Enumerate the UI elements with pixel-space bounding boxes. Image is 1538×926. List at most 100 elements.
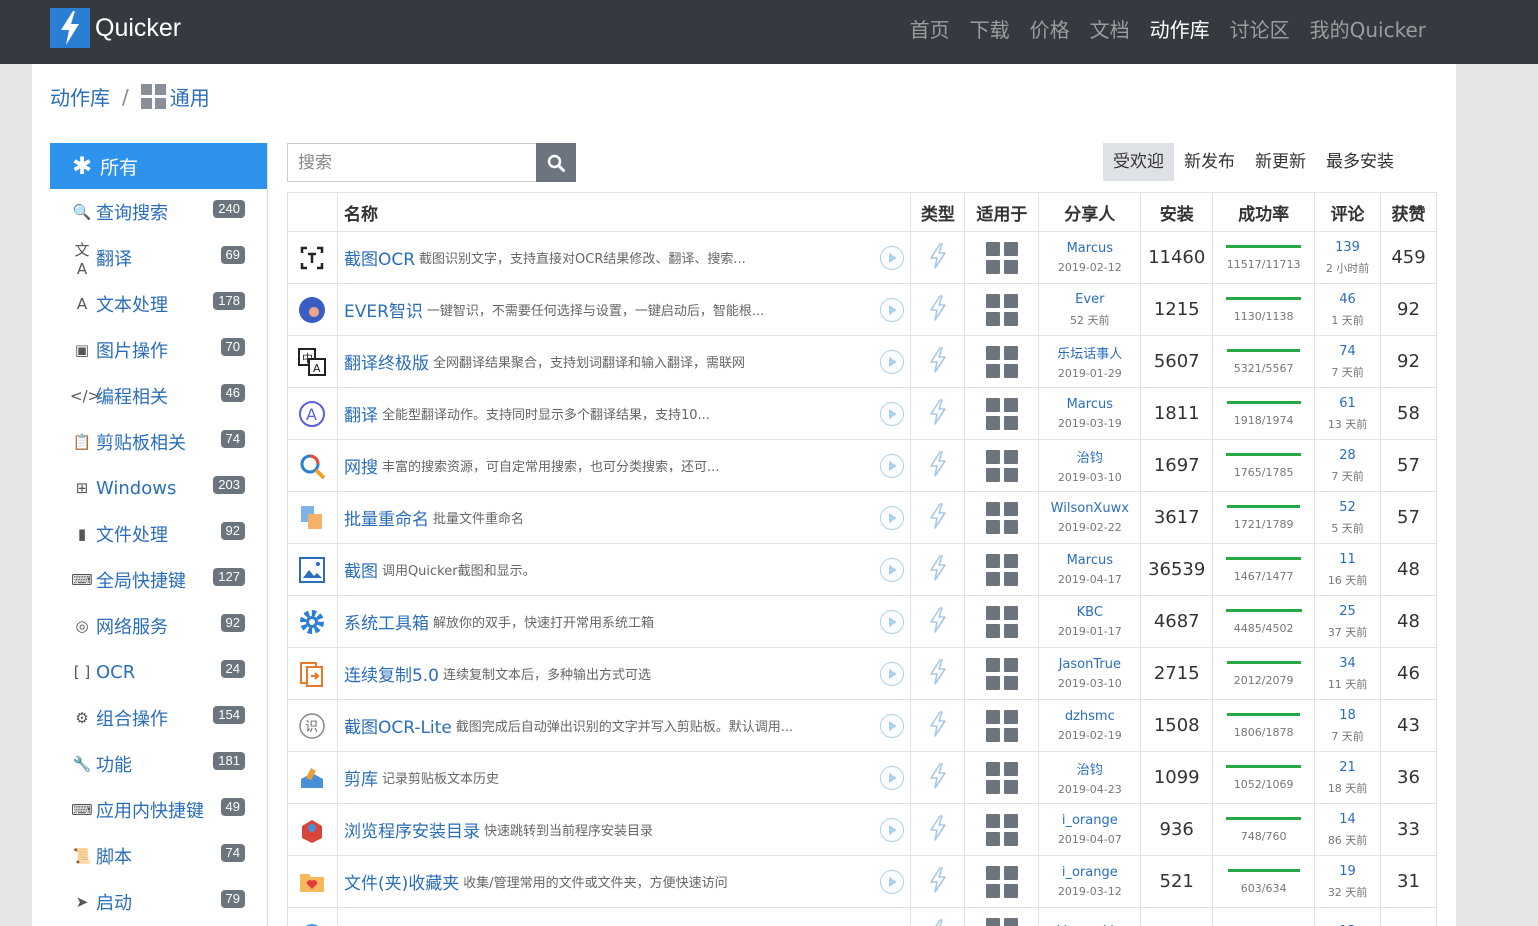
- sidebar-item[interactable]: </> 编程相关 46: [50, 373, 267, 419]
- sharer-link[interactable]: 乐坛话事人: [1057, 343, 1122, 362]
- action-name-link[interactable]: 批量重命名: [344, 505, 429, 530]
- table-row[interactable]: 批量重命名 批量文件重命名 WilsonXuwx 2019-02-22 3617 1721…: [288, 492, 1437, 544]
- sort-tab[interactable]: 受欢迎: [1103, 143, 1174, 181]
- sharer-link[interactable]: KBC: [1077, 605, 1103, 620]
- action-name-link[interactable]: 文件(夹)收藏夹: [344, 869, 459, 894]
- sharer-link[interactable]: Marcus: [1067, 241, 1113, 256]
- sort-tab[interactable]: 最多安装: [1316, 143, 1404, 181]
- sidebar-item[interactable]: 📜 脚本 74: [50, 833, 267, 879]
- breadcrumb-current[interactable]: 通用: [170, 82, 210, 111]
- sharer-link[interactable]: i_orange: [1062, 865, 1118, 880]
- comment-count-link[interactable]: 139: [1335, 240, 1360, 255]
- table-row[interactable]: VernonLin 13: [288, 908, 1437, 926]
- action-name-link[interactable]: 剪库: [344, 765, 378, 790]
- nav-item[interactable]: 我的Quicker: [1310, 14, 1426, 43]
- search-button[interactable]: [536, 143, 576, 182]
- action-name-link[interactable]: 网搜: [344, 453, 378, 478]
- header-comments[interactable]: 评论: [1315, 193, 1382, 231]
- comment-count-link[interactable]: 19: [1339, 864, 1356, 879]
- comment-count-link[interactable]: 34: [1339, 656, 1356, 671]
- table-row[interactable]: EVER智识 一键智识，不需要任何选择与设置，一键启动后，智能根... Ever 52…: [288, 284, 1437, 336]
- action-name-link[interactable]: 翻译终极版: [344, 349, 429, 374]
- comment-count-link[interactable]: 61: [1339, 396, 1356, 411]
- nav-item[interactable]: 下载: [970, 14, 1010, 43]
- sharer-link[interactable]: Marcus: [1067, 553, 1113, 568]
- sidebar-item[interactable]: 🔧 功能 181: [50, 741, 267, 787]
- header-installs[interactable]: 安装: [1141, 193, 1214, 231]
- comment-count-link[interactable]: 14: [1339, 812, 1356, 827]
- play-icon[interactable]: [880, 402, 905, 426]
- table-row[interactable]: A 翻译 全能型翻译动作。支持同时显示多个翻译结果，支持10... Marcus 201…: [288, 388, 1437, 440]
- table-row[interactable]: 网搜 丰富的搜索资源，可自定常用搜索，也可分类搜索，还可... 治钧 2019-03-…: [288, 440, 1437, 492]
- play-icon[interactable]: [880, 766, 905, 790]
- header-likes[interactable]: 获赞: [1381, 193, 1437, 231]
- comment-count-link[interactable]: 52: [1339, 500, 1356, 515]
- sort-tab[interactable]: 新发布: [1174, 143, 1245, 181]
- sharer-link[interactable]: 治钧: [1077, 447, 1103, 466]
- sharer-link[interactable]: 治钧: [1077, 759, 1103, 778]
- action-name-link[interactable]: 截图: [344, 557, 378, 582]
- sidebar-item[interactable]: 文A 翻译 69: [50, 235, 267, 281]
- action-name-link[interactable]: 截图OCR-Lite: [344, 713, 452, 738]
- header-name[interactable]: 名称: [338, 193, 912, 231]
- play-icon[interactable]: [880, 350, 905, 374]
- header-type[interactable]: 类型: [911, 193, 966, 231]
- play-icon[interactable]: [880, 662, 905, 686]
- play-icon[interactable]: [880, 454, 905, 478]
- sidebar-item[interactable]: ▣ 图片操作 70: [50, 327, 267, 373]
- table-row[interactable]: 连续复制5.0 连续复制文本后，多种输出方式可选 JasonTrue 2019-03-…: [288, 648, 1437, 700]
- sidebar-item[interactable]: ◎ 网络服务 92: [50, 603, 267, 649]
- sidebar-item-all[interactable]: ✱ 所有: [50, 143, 267, 189]
- sidebar-item[interactable]: ➤ 启动 79: [50, 879, 267, 925]
- brand[interactable]: Quicker: [50, 8, 181, 48]
- table-row[interactable]: 截图 调用Quicker截图和显示。 Marcus 2019-04-17 36539 14…: [288, 544, 1437, 596]
- table-row[interactable]: 文件(夹)收藏夹 收集/管理常用的文件或文件夹，方便快速访问 i_orange 201…: [288, 856, 1437, 908]
- action-name-link[interactable]: 浏览程序安装目录: [344, 817, 480, 842]
- sidebar-item[interactable]: 🔍 查询搜索 240: [50, 189, 267, 235]
- action-name-link[interactable]: 连续复制5.0: [344, 661, 439, 686]
- sharer-link[interactable]: WilsonXuwx: [1051, 501, 1129, 516]
- search-input[interactable]: [298, 152, 528, 173]
- sharer-link[interactable]: JasonTrue: [1059, 657, 1121, 672]
- comment-count-link[interactable]: 21: [1339, 760, 1356, 775]
- table-row[interactable]: 剪库 记录剪贴板文本历史 治钧 2019-04-23 1099 1052/1069 21 18…: [288, 752, 1437, 804]
- nav-item[interactable]: 文档: [1090, 14, 1130, 43]
- action-name-link[interactable]: 翻译: [344, 401, 378, 426]
- play-icon[interactable]: [880, 818, 905, 842]
- nav-item[interactable]: 价格: [1030, 14, 1070, 43]
- play-icon[interactable]: [880, 610, 905, 634]
- play-icon[interactable]: [880, 298, 905, 322]
- header-sharer[interactable]: 分享人: [1039, 193, 1142, 231]
- comment-count-link[interactable]: 25: [1339, 604, 1356, 619]
- sidebar-item[interactable]: ⌨ 全局快捷键 127: [50, 557, 267, 603]
- sort-tab[interactable]: 新更新: [1245, 143, 1316, 181]
- table-row[interactable]: 系统工具箱 解放你的双手，快速打开常用系统工箱 KBC 2019-01-17 4687 4…: [288, 596, 1437, 648]
- action-name-link[interactable]: 截图OCR: [344, 245, 415, 270]
- play-icon[interactable]: [880, 246, 905, 270]
- sidebar-item[interactable]: ▮ 文件处理 92: [50, 511, 267, 557]
- sharer-link[interactable]: Marcus: [1067, 397, 1113, 412]
- action-name-link[interactable]: EVER智识: [344, 297, 423, 322]
- sidebar-item[interactable]: ⊞ Windows 203: [50, 465, 267, 511]
- comment-count-link[interactable]: 18: [1339, 708, 1356, 723]
- comment-count-link[interactable]: 46: [1339, 292, 1356, 307]
- sidebar-item[interactable]: 📋 剪贴板相关 74: [50, 419, 267, 465]
- sidebar-item[interactable]: A 文本处理 178: [50, 281, 267, 327]
- table-row[interactable]: 中 A 翻译终极版 全网翻译结果聚合，支持划词翻译和输入翻译，需联网 乐坛话事人 2019…: [288, 336, 1437, 388]
- comment-count-link[interactable]: 28: [1339, 448, 1356, 463]
- table-row[interactable]: 识 截图OCR-Lite 截图完成后自动弹出识别的文字并写入剪贴板。默认调用... d…: [288, 700, 1437, 752]
- search-field[interactable]: [287, 143, 537, 182]
- play-icon[interactable]: [880, 714, 905, 738]
- table-row[interactable]: 浏览程序安装目录 快速跳转到当前程序安装目录 i_orange 2019-04-07 9…: [288, 804, 1437, 856]
- breadcrumb-root[interactable]: 动作库: [50, 82, 110, 111]
- sharer-link[interactable]: dzhsmc: [1065, 709, 1115, 724]
- play-icon[interactable]: [880, 870, 905, 894]
- table-row[interactable]: 截图OCR 截图识别文字，支持直接对OCR结果修改、翻译、搜索... Marcus 2…: [288, 232, 1437, 284]
- sidebar-item[interactable]: [ ] OCR 24: [50, 649, 267, 695]
- nav-item[interactable]: 首页: [910, 14, 950, 43]
- comment-count-link[interactable]: 11: [1339, 552, 1356, 567]
- header-applies[interactable]: 适用于: [965, 193, 1040, 231]
- action-name-link[interactable]: 系统工具箱: [344, 609, 429, 634]
- comment-count-link[interactable]: 74: [1339, 344, 1356, 359]
- play-icon[interactable]: [880, 558, 905, 582]
